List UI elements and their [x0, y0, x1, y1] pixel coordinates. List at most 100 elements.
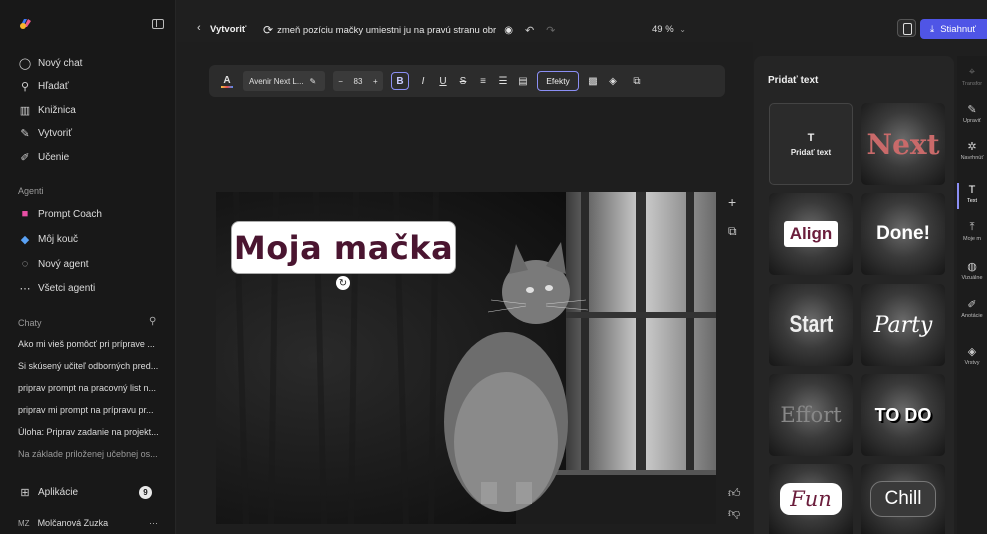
sidebar-item-learning[interactable]: ✐ Učenie	[18, 149, 69, 165]
font-size-decrease-button[interactable]: −	[338, 77, 343, 86]
layers-icon[interactable]: ◈	[607, 70, 619, 92]
font-size-increase-button[interactable]: +	[373, 77, 378, 86]
prompt-coach-icon: ■	[21, 208, 29, 220]
align-icon[interactable]: ≡	[477, 70, 489, 92]
chat-item[interactable]: priprav mi prompt na prípravu pr...	[18, 405, 168, 415]
font-size-value[interactable]: 83	[354, 77, 363, 86]
text-style-preview: Chill	[869, 481, 937, 517]
text-style-tile[interactable]: Next	[861, 103, 945, 185]
sidebar-item-label: Všetci agenti	[38, 282, 96, 294]
sidebar-item-coach[interactable]: ◆ Môj kouč	[18, 231, 78, 247]
rail-item-uploads[interactable]: ⤒ Moje m	[957, 221, 987, 242]
text-style-tile[interactable]: TO DO	[861, 374, 945, 456]
apps-count-badge: 9	[139, 486, 152, 499]
edit-icon: ✎	[967, 104, 977, 116]
visibility-icon[interactable]: ◉	[504, 25, 513, 36]
thumbs-up-icon[interactable]: 👍︎	[728, 486, 741, 501]
text-style-preview: Done!	[876, 223, 930, 244]
strikethrough-button[interactable]: S	[457, 70, 469, 92]
effects-button[interactable]: Efekty	[537, 71, 579, 91]
text-style-tile[interactable]: Effort	[769, 374, 853, 456]
tool-rail: ⌖ Transfor ✎ Upraviť ✲ Navrhnúť T Text ⤒…	[957, 56, 987, 534]
sidebar-item-library[interactable]: ▥ Knižnica	[18, 102, 76, 118]
chat-item[interactable]: Ako mi vieš pomôcť pri príprave ...	[18, 339, 168, 349]
canvas-text[interactable]: Moja mačka	[234, 229, 453, 267]
sidebar-item-apps[interactable]: ⊞ Aplikácie	[18, 484, 78, 500]
sidebar-item-prompt-coach[interactable]: ■ Prompt Coach	[18, 206, 102, 222]
chat-item[interactable]: Si skúsený učiteľ odborných pred...	[18, 361, 168, 371]
font-family-select[interactable]: Avenir Next L... ✎	[243, 71, 325, 91]
sidebar-item-new-agent[interactable]: ◌ Nový agent	[18, 256, 89, 272]
upload-icon: ⤒	[969, 221, 975, 233]
rail-item-layers[interactable]: ◈ Vrstvy	[957, 345, 987, 366]
chat-item[interactable]: priprav prompt na pracovný list n...	[18, 383, 168, 393]
add-text-icon: T	[807, 131, 815, 144]
rail-item-design[interactable]: ✲ Navrhnúť	[957, 140, 987, 161]
text-style-tile[interactable]: Align	[769, 193, 853, 275]
add-text-tile[interactable]: T Pridať text	[769, 103, 853, 185]
add-text-label: Pridať text	[790, 147, 832, 157]
thumbs-down-icon[interactable]: 👎︎	[728, 506, 740, 521]
sidebar-header	[0, 0, 176, 40]
text-style-tile[interactable]: Done!	[861, 193, 945, 275]
text-style-tile[interactable]: Start	[769, 284, 853, 366]
download-label: Stiahnuť	[940, 23, 976, 35]
italic-button[interactable]: I	[417, 70, 429, 92]
rail-item-annotate[interactable]: ✐ Anotácie	[957, 298, 987, 319]
text-style-tile[interactable]: Party	[861, 284, 945, 366]
rail-item-visuals[interactable]: ◍ Vizuálne	[957, 260, 987, 281]
user-initials: MZ	[18, 518, 30, 528]
rail-item-edit[interactable]: ✎ Upraviť	[957, 103, 987, 124]
sidebar-item-label: Hľadať	[38, 80, 69, 92]
text-style-preview: Effort	[780, 403, 842, 427]
chat-item[interactable]: Úloha: Priprav zadanie na projekt...	[18, 427, 168, 437]
zoom-dropdown[interactable]: 49 % ⌄	[652, 24, 686, 35]
layers-icon: ◈	[967, 346, 977, 358]
download-button[interactable]: ⤓ Stiahnuť	[920, 19, 987, 39]
rail-item-transform[interactable]: ⌖ Transfor	[957, 66, 987, 87]
sidebar-item-label: Prompt Coach	[38, 208, 102, 220]
duplicate-page-icon[interactable]: ⧉	[728, 224, 737, 239]
chat-item[interactable]: Na základe priloženej učebnej os...	[18, 449, 168, 459]
sidebar-item-create[interactable]: ✎ Vytvoriť	[18, 125, 72, 141]
text-box-icon[interactable]: ▤	[517, 70, 529, 92]
learning-icon: ✐	[20, 151, 30, 164]
sidebar-toggle-icon[interactable]	[152, 19, 164, 29]
sidebar-item-new-chat[interactable]: ◯ Nový chat	[18, 55, 83, 71]
font-name: Avenir Next L...	[249, 76, 304, 86]
text-color-icon[interactable]: A	[219, 70, 235, 92]
create-icon: ✎	[20, 127, 30, 140]
redo-icon[interactable]: ↷	[546, 24, 555, 37]
undo-icon[interactable]: ↶	[525, 24, 534, 37]
line-spacing-icon[interactable]: ☰	[497, 70, 509, 92]
rail-item-text[interactable]: T Text	[957, 184, 987, 204]
page-title[interactable]: Vytvoriť	[210, 24, 246, 35]
text-style-preview: Start	[789, 311, 833, 338]
sidebar-item-all-agents[interactable]: ⋯ Všetci agenti	[18, 280, 96, 296]
copilot-logo-icon[interactable]	[18, 17, 32, 29]
chat-search-icon[interactable]: ⚲	[149, 316, 156, 327]
underline-button[interactable]: U	[437, 70, 449, 92]
text-style-preview: Align	[783, 221, 839, 247]
back-button[interactable]: ‹	[197, 22, 201, 34]
copy-style-icon[interactable]: ⧉	[631, 70, 643, 92]
text-style-tile[interactable]: Chill	[861, 464, 945, 534]
design-icon: ✲	[967, 141, 977, 153]
text-toolbar: A Avenir Next L... ✎ − 83 + B I U S ≡ ☰ …	[209, 65, 725, 97]
add-icon[interactable]: +	[728, 194, 736, 210]
rail-item-label: Transfor	[961, 81, 983, 87]
text-style-preview: TO DO	[874, 404, 932, 425]
rotate-handle-icon[interactable]: ↻	[336, 276, 350, 290]
user-more-button[interactable]: ···	[149, 518, 158, 528]
device-preview-icon[interactable]	[897, 19, 916, 37]
bold-button[interactable]: B	[391, 72, 409, 90]
text-style-tile[interactable]: Fun	[769, 464, 853, 534]
sidebar-item-label: Knižnica	[38, 104, 76, 116]
user-profile[interactable]: MZ Molčanová Zuzka	[18, 518, 108, 528]
download-icon: ⤓	[930, 23, 935, 35]
canvas-text-box[interactable]: Moja mačka	[231, 221, 456, 274]
chats-section-label: Chaty	[18, 318, 42, 328]
sidebar-item-search[interactable]: ⚲ Hľadať	[18, 78, 69, 94]
font-size-stepper[interactable]: − 83 +	[333, 71, 383, 91]
transparency-icon[interactable]: ▩	[587, 70, 599, 92]
